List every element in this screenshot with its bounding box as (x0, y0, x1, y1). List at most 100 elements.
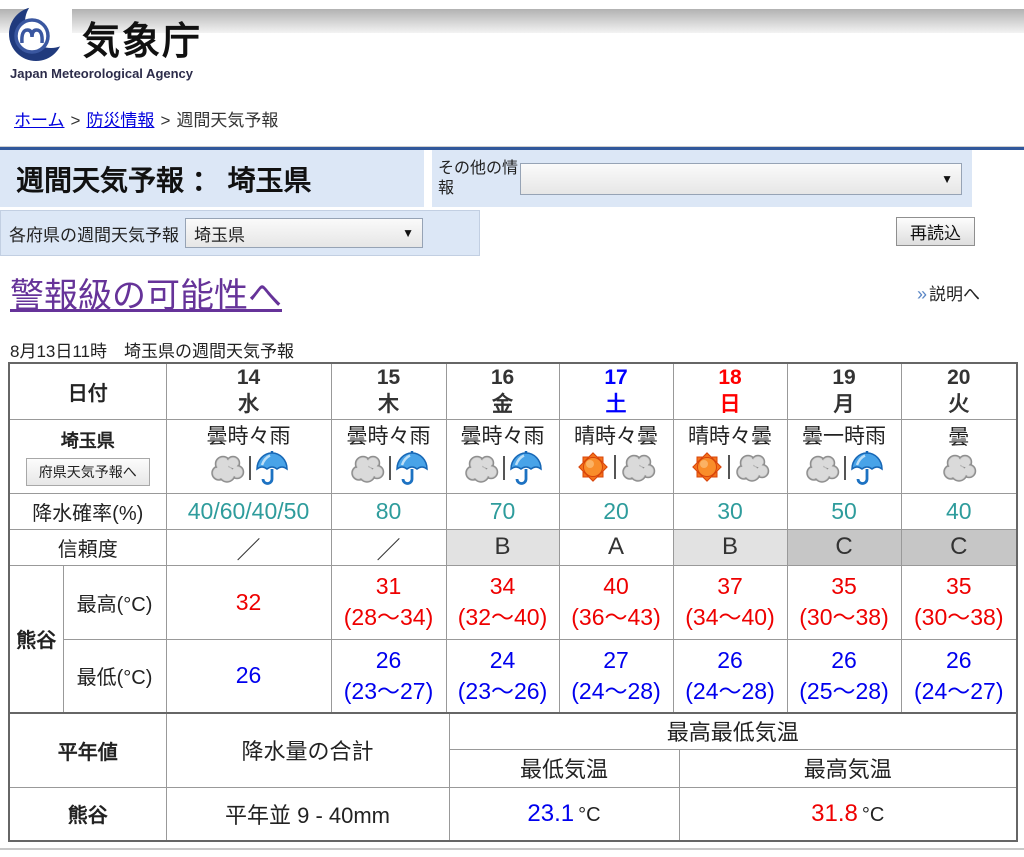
min-temp-row: 最低(°C) 26 26 (23～27) 24 (23～26) 27 (24～28) 26 (2… (9, 638, 1018, 714)
reliability-row: 信頼度 ／／ B A B C C (8, 528, 1018, 566)
breadcrumb-current: 週間天気予報 (176, 111, 279, 130)
normals-label: 平年値 (8, 712, 167, 788)
footer-divider (0, 848, 1024, 851)
precipitation-label: 降水確率(%) (8, 492, 167, 530)
day-header-cell: 18 日 (672, 362, 788, 420)
page: 気象庁 Japan Meteorological Agency ホーム > 防災情報… (0, 0, 1024, 857)
max-temp-row: 熊谷 最高(°C) 32 31 (28～34) 34 (32～40) 40 (36～43) 3… (8, 564, 1018, 714)
max-temp-unit: °C (861, 803, 885, 826)
prefecture-select-value: 埼玉県 (194, 225, 245, 245)
weather-cell: 曇 (900, 418, 1018, 494)
prefecture-select-box: 各府県の週間天気予報 埼玉県 ▼ (0, 210, 480, 256)
min-temp-normal-label: 最低気温 (448, 748, 680, 788)
cloud-icon (463, 452, 499, 484)
jma-logo-icon[interactable] (8, 0, 77, 67)
min-temp-cell: 24 (23～26) (445, 638, 560, 714)
weather-cell: 曇時々雨 (330, 418, 447, 494)
reliability-cell: B (445, 528, 560, 566)
min-temp-normal-value-cell: 23.1 °C (448, 786, 680, 842)
cloud-icon (209, 452, 245, 484)
warning-row: 警報級の可能性へ » 説明へ (10, 268, 980, 317)
reliability-label: 信頼度 (8, 528, 167, 566)
issued-datetime-caption: 8月13日11時 埼玉県の週間天気予報 (10, 342, 295, 361)
area-label: 埼玉県 (60, 430, 115, 451)
min-temp-cell: 26 (24～28) (672, 638, 788, 714)
chevron-down-icon: ▼ (402, 226, 414, 240)
weather-cell: 晴時々曇 (672, 418, 788, 494)
reload-button[interactable]: 再読込 (896, 217, 975, 246)
prefecture-row: 各府県の週間天気予報 埼玉県 ▼ 再読込 (0, 210, 1024, 256)
day-header-cell: 19 月 (786, 362, 902, 420)
precip-cell: 30 (672, 492, 788, 530)
precip-cell: 40/60/40/50 (165, 492, 332, 530)
explanation-link[interactable]: » 説明へ (917, 280, 980, 305)
min-temp-cell: 27 (24～28) (558, 638, 674, 714)
min-temp-cell: 26 (165, 638, 332, 714)
icon-separator (728, 455, 730, 480)
icon-separator (844, 456, 846, 481)
max-temp-cell: 34 (32～40) (445, 564, 560, 640)
breadcrumb-separator: > (70, 111, 81, 130)
day-header-cell: 20 火 (900, 362, 1018, 420)
weekly-forecast-table: 日付 14 水 15 木 16 金 17 土 18 日 19 月 20 火 埼玉県 府県天気予報へ 曇時々… (8, 362, 1018, 715)
breadcrumb: ホーム > 防災情報 > 週間天気予報 (14, 106, 1024, 131)
breadcrumb-bosai-link[interactable]: 防災情報 (86, 111, 154, 130)
breadcrumb-home-link[interactable]: ホーム (14, 111, 65, 130)
precip-cell: 40 (900, 492, 1018, 530)
day-header-cell: 14 水 (165, 362, 332, 420)
sun-icon (690, 450, 724, 484)
weather-cell: 曇時々雨 (445, 418, 560, 494)
normals-city-label: 熊谷 (8, 786, 167, 842)
cloud-icon (804, 452, 840, 484)
masthead: 気象庁 (8, 0, 203, 67)
max-temp-normal-value-cell: 31.8 °C (678, 786, 1018, 842)
precip-cell: 50 (786, 492, 902, 530)
reliability-cell: A (558, 528, 674, 566)
max-temp-cell: 32 (165, 564, 332, 640)
umbrella-icon (395, 450, 429, 486)
max-temp-normal-value: 31.8 (811, 799, 858, 827)
reliability-cell: C (786, 528, 902, 566)
reliability-cell: B (672, 528, 788, 566)
precip-normal-value: 平年並 9 - 40mm (165, 786, 450, 842)
max-temp-normal-label: 最高気温 (678, 748, 1018, 788)
warning-level-link[interactable]: 警報級の可能性へ (10, 268, 282, 317)
day-header-cell: 16 金 (445, 362, 560, 420)
agency-title: 気象庁 (82, 21, 203, 63)
icon-separator (614, 455, 616, 480)
min-temp-cell: 26 (25～28) (786, 638, 902, 714)
max-temp-cell: 40 (36～43) (558, 564, 674, 640)
other-info-select[interactable]: ▼ (520, 162, 962, 195)
double-chevron-right-icon: » (916, 284, 927, 304)
prefecture-select[interactable]: 埼玉県 ▼ (185, 218, 423, 248)
site-header: 気象庁 Japan Meteorological Agency (0, 0, 1024, 96)
weather-cell: 晴時々曇 (558, 418, 674, 494)
prefecture-select-label: 各府県の週間天気予報 (9, 225, 179, 245)
other-info-box: その他の情報 ▼ (432, 150, 972, 207)
reliability-cell: ／ (330, 528, 447, 566)
min-temp-unit: °C (578, 803, 601, 826)
breadcrumb-separator: > (160, 111, 171, 130)
min-temp-cell: 26 (23～27) (330, 638, 447, 714)
temp-normals-header: 最高最低気温 (448, 712, 1018, 750)
weather-cell: 曇一時雨 (786, 418, 902, 494)
other-info-label: その他の情報 (438, 160, 519, 197)
cloud-icon (941, 451, 977, 483)
cloud-icon (734, 451, 770, 483)
min-temp-normal-value: 23.1 (527, 799, 575, 827)
climatological-normals-table: 平年値 降水量の合計 最高最低気温 最低気温 最高気温 熊谷 平年並 9 - 4… (8, 712, 1019, 843)
day-header-cell: 15 木 (330, 362, 447, 420)
cloud-icon (620, 451, 656, 483)
precip-sum-label: 降水量の合計 (165, 712, 450, 788)
weather-row: 埼玉県 府県天気予報へ 曇時々雨 曇時々雨 曇時々雨 晴時々曇 晴時々曇 曇一時雨曇 (8, 418, 1018, 494)
weather-cell: 曇時々雨 (165, 418, 332, 494)
max-temp-label: 最高(°C) (62, 564, 167, 640)
sun-icon (576, 450, 610, 484)
icon-separator (502, 456, 505, 481)
title-band: 週間天気予報 ： 埼玉県 その他の情報 ▼ (0, 150, 1024, 207)
city-label: 熊谷 (8, 564, 64, 714)
chevron-down-icon: ▼ (941, 171, 953, 186)
max-temp-cell: 37 (34～40) (672, 564, 788, 640)
date-label: 日付 (8, 362, 167, 420)
prefecture-forecast-button[interactable]: 府県天気予報へ (25, 457, 150, 486)
